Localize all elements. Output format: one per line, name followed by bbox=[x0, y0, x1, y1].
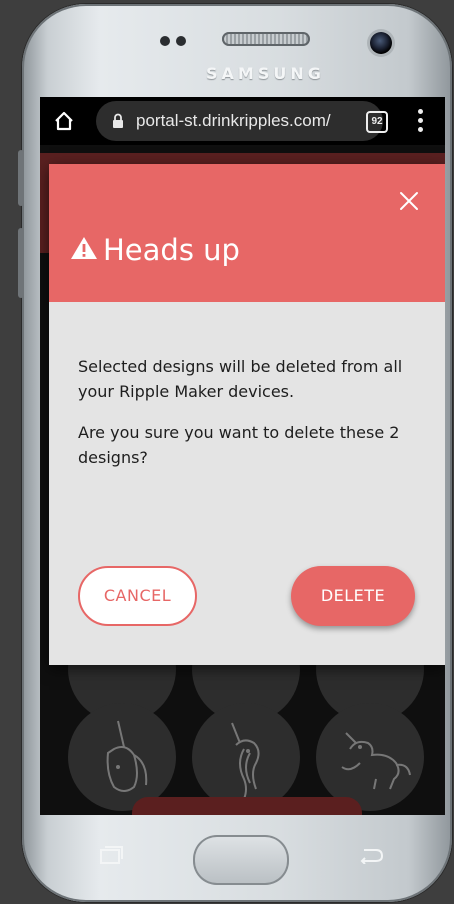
tabs-icon[interactable]: 92 bbox=[366, 111, 388, 133]
design-thumbnail[interactable] bbox=[68, 703, 176, 811]
url-text: portal-st.drinkripples.com/ bbox=[136, 111, 331, 130]
warning-icon bbox=[71, 237, 97, 259]
cancel-button[interactable]: CANCEL bbox=[78, 566, 197, 626]
design-thumbnail[interactable] bbox=[192, 703, 300, 811]
address-bar[interactable]: portal-st.drinkripples.com/ bbox=[96, 101, 383, 141]
brand-label: SAMSUNG bbox=[206, 64, 325, 83]
home-icon[interactable] bbox=[54, 111, 74, 131]
dialog-question: Are you sure you want to delete these 2 … bbox=[78, 423, 400, 467]
back-key-icon[interactable] bbox=[360, 846, 384, 864]
unicorn-head-icon bbox=[106, 720, 148, 792]
unicorn-mane-icon bbox=[231, 722, 260, 800]
more-vert-icon[interactable] bbox=[418, 109, 424, 133]
delete-button[interactable]: DELETE bbox=[291, 566, 415, 626]
phone-screen: portal-st.drinkripples.com/ 92 Heads up … bbox=[40, 97, 445, 815]
lock-icon bbox=[113, 113, 123, 128]
power-button bbox=[18, 228, 24, 298]
delete-confirm-dialog: Heads up Selected designs will be delete… bbox=[49, 164, 445, 665]
dialog-message: Selected designs will be deleted from al… bbox=[78, 357, 403, 401]
home-hardware-button[interactable] bbox=[193, 835, 289, 885]
design-thumbnail[interactable] bbox=[316, 703, 424, 811]
dialog-header: Heads up bbox=[49, 164, 445, 302]
browser-toolbar: portal-st.drinkripples.com/ 92 bbox=[40, 97, 445, 145]
dialog-body: Selected designs will be deleted from al… bbox=[78, 354, 408, 486]
close-icon[interactable] bbox=[398, 190, 420, 212]
sensors bbox=[160, 34, 200, 50]
recents-key-icon[interactable] bbox=[98, 845, 124, 865]
volume-button bbox=[18, 150, 24, 206]
earpiece-speaker bbox=[222, 32, 310, 46]
dialog-title: Heads up bbox=[103, 233, 240, 267]
background-action-button bbox=[132, 797, 362, 815]
front-camera-icon bbox=[370, 32, 392, 54]
flying-unicorn-icon bbox=[341, 732, 411, 790]
